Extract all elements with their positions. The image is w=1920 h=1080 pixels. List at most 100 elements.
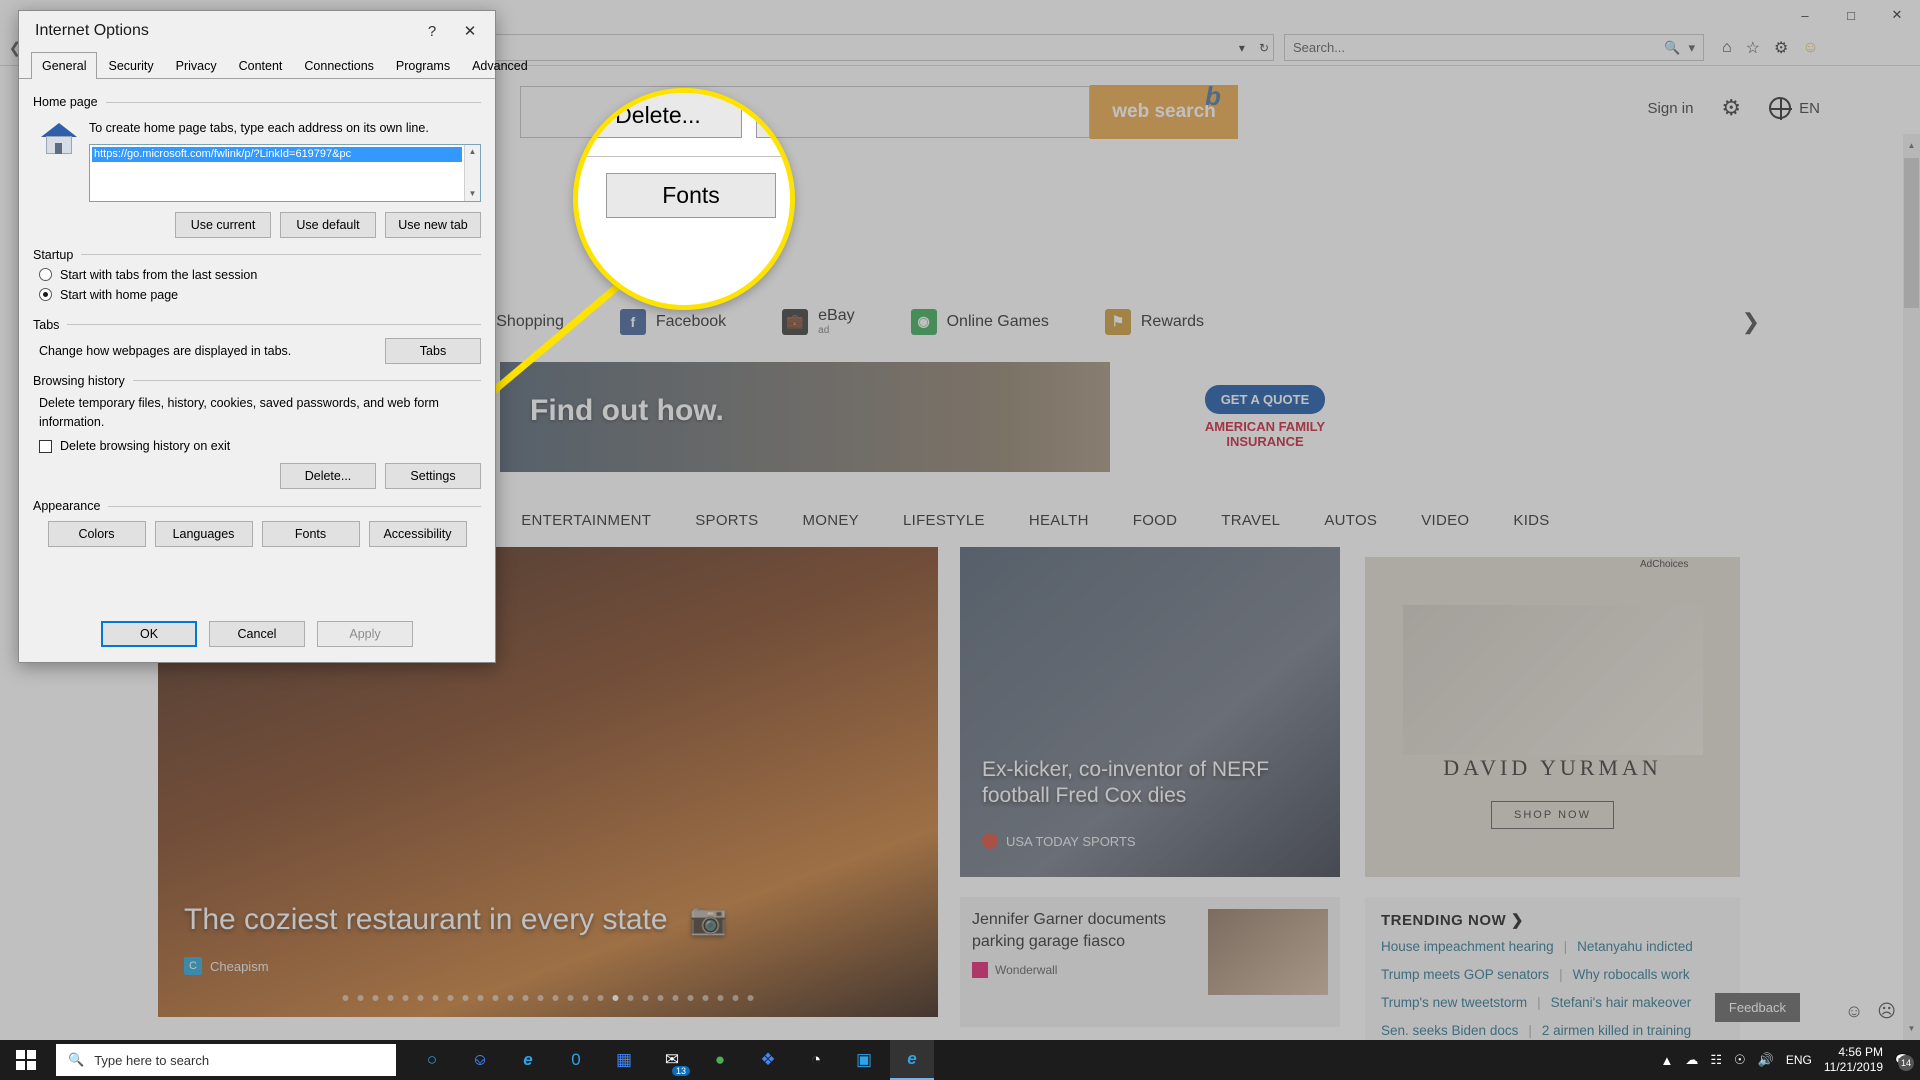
magnified-settings-button[interactable] [756,92,795,138]
article-card-wonderwall[interactable]: Jennifer Garner documents parking garage… [960,897,1340,1027]
chevron-right-icon[interactable]: ❯ [1511,912,1524,929]
app2-icon[interactable]: ◔ [794,1040,838,1080]
article-card-sports[interactable]: Ex-kicker, co-inventor of NERF football … [960,547,1340,877]
scroll-up-arrow-icon[interactable]: ▲ [1904,137,1919,154]
carousel-dot[interactable] [553,995,559,1001]
scrollbar-thumb[interactable] [1904,158,1919,308]
chevron-right-icon[interactable]: ❯ [1742,309,1760,335]
adchoices-label[interactable]: AdChoices [1640,559,1688,570]
carousel-dot[interactable] [508,995,514,1001]
scroll-down-arrow-icon[interactable]: ▼ [465,187,480,201]
smiley-icon[interactable]: ☺ [1802,39,1818,57]
quick-link-ebay[interactable]: 💼 eBay ad [782,307,854,336]
shop-now-button[interactable]: SHOP NOW [1491,801,1614,829]
gear-icon[interactable]: ⚙ [1721,95,1741,121]
smiley-sad-icon[interactable]: ☹ [1877,1001,1896,1022]
nav-item-kids[interactable]: KIDS [1513,512,1549,529]
search-icon[interactable]: 🔍 [1664,40,1680,56]
internet-explorer-icon[interactable]: e [890,1040,934,1080]
scroll-down-arrow-icon[interactable]: ▼ [1904,1020,1919,1037]
close-button[interactable]: ✕ [1874,0,1920,30]
tabs-button[interactable]: Tabs [385,338,481,364]
magnified-delete-button[interactable]: Delete... [574,92,742,138]
tab-advanced[interactable]: Advanced [461,52,539,79]
quick-link-rewards[interactable]: ⚑ Rewards [1105,309,1204,335]
languages-button[interactable]: Languages [155,521,253,547]
carousel-dot[interactable] [403,995,409,1001]
carousel-dot[interactable] [373,995,379,1001]
start-button[interactable] [0,1040,52,1080]
quick-link-facebook[interactable]: f Facebook [620,309,726,335]
ad-banner[interactable]: Find out how. GET A QUOTE AMERICAN FAMIL… [500,362,1420,472]
cloud-icon[interactable]: ☁ [1685,1052,1698,1068]
carousel-dot[interactable] [418,995,424,1001]
scroll-up-arrow-icon[interactable]: ▲ [465,145,480,159]
carousel-dot[interactable] [748,995,754,1001]
microsoft-store-icon[interactable]: ▦ [602,1040,646,1080]
tray-language[interactable]: ENG [1786,1053,1812,1067]
nav-item-travel[interactable]: TRAVEL [1221,512,1280,529]
tab-security[interactable]: Security [97,52,164,79]
nav-item-video[interactable]: VIDEO [1421,512,1469,529]
use-new-tab-button[interactable]: Use new tab [385,212,481,238]
nav-item-money[interactable]: MONEY [802,512,859,529]
trending-link[interactable]: Netanyahu indicted [1577,939,1693,954]
delete-button[interactable]: Delete... [280,463,376,489]
cancel-button[interactable]: Cancel [209,621,305,647]
settings-button[interactable]: Settings [385,463,481,489]
carousel-dot[interactable] [448,995,454,1001]
nav-item-autos[interactable]: AUTOS [1324,512,1377,529]
nav-item-entertainment[interactable]: ENTERTAINMENT [521,512,651,529]
fonts-button[interactable]: Fonts [262,521,360,547]
chrome-icon[interactable]: ● [698,1040,742,1080]
edge-icon[interactable]: e [506,1040,550,1080]
help-icon[interactable]: ? [413,15,451,47]
carousel-dot[interactable] [658,995,664,1001]
colors-button[interactable]: Colors [48,521,146,547]
carousel-dot[interactable] [538,995,544,1001]
tab-programs[interactable]: Programs [385,52,461,79]
cortana-icon[interactable]: ○ [410,1040,454,1080]
carousel-dot[interactable] [688,995,694,1001]
smiley-happy-icon[interactable]: ☺ [1845,1001,1863,1022]
get-a-quote-button[interactable]: GET A QUOTE [1205,385,1326,414]
radio-start-with-home-page[interactable]: Start with home page [39,288,481,302]
action-center-icon[interactable]: 💬 14 [1895,1053,1910,1067]
carousel-dot[interactable] [718,995,724,1001]
carousel-dot[interactable] [388,995,394,1001]
carousel-dots[interactable] [343,995,754,1001]
gear-icon[interactable]: ⚙ [1774,38,1788,58]
trending-link[interactable]: Trump meets GOP senators [1381,967,1549,982]
carousel-dot[interactable] [568,995,574,1001]
carousel-dot[interactable] [583,995,589,1001]
tab-general[interactable]: General [31,52,97,79]
carousel-dot[interactable] [598,995,604,1001]
trending-link[interactable]: 2 airmen killed in training [1542,1023,1691,1038]
sign-in-link[interactable]: Sign in [1648,100,1694,117]
task-view-icon[interactable]: ⎉ [458,1040,502,1080]
carousel-dot[interactable] [433,995,439,1001]
use-current-button[interactable]: Use current [175,212,271,238]
onedrive-icon[interactable]: ☉ [1734,1052,1746,1068]
refresh-icon[interactable]: ↻ [1259,41,1269,55]
trending-link[interactable]: Trump's new tweetstorm [1381,995,1527,1010]
app-icon[interactable]: ❖ [746,1040,790,1080]
carousel-dot[interactable] [478,995,484,1001]
trending-link[interactable]: Sen. seeks Biden docs [1381,1023,1518,1038]
tab-content[interactable]: Content [228,52,294,79]
carousel-dot[interactable] [628,995,634,1001]
minimize-button[interactable]: – [1782,0,1828,30]
chevron-up-icon[interactable]: ▲ [1660,1053,1673,1068]
quick-link-online-games[interactable]: ◉ Online Games [911,309,1049,335]
app3-icon[interactable]: ▣ [842,1040,886,1080]
trending-link[interactable]: House impeachment hearing [1381,939,1554,954]
carousel-dot[interactable] [343,995,349,1001]
carousel-dot[interactable] [358,995,364,1001]
carousel-dot[interactable] [463,995,469,1001]
carousel-dot[interactable] [523,995,529,1001]
carousel-dot[interactable] [493,995,499,1001]
radio-start-with-tabs[interactable]: Start with tabs from the last session [39,268,481,282]
carousel-dot[interactable] [613,995,619,1001]
mail-icon[interactable]: ✉ 13 [650,1040,694,1080]
file-explorer-icon[interactable]: ὜0 [554,1040,598,1080]
